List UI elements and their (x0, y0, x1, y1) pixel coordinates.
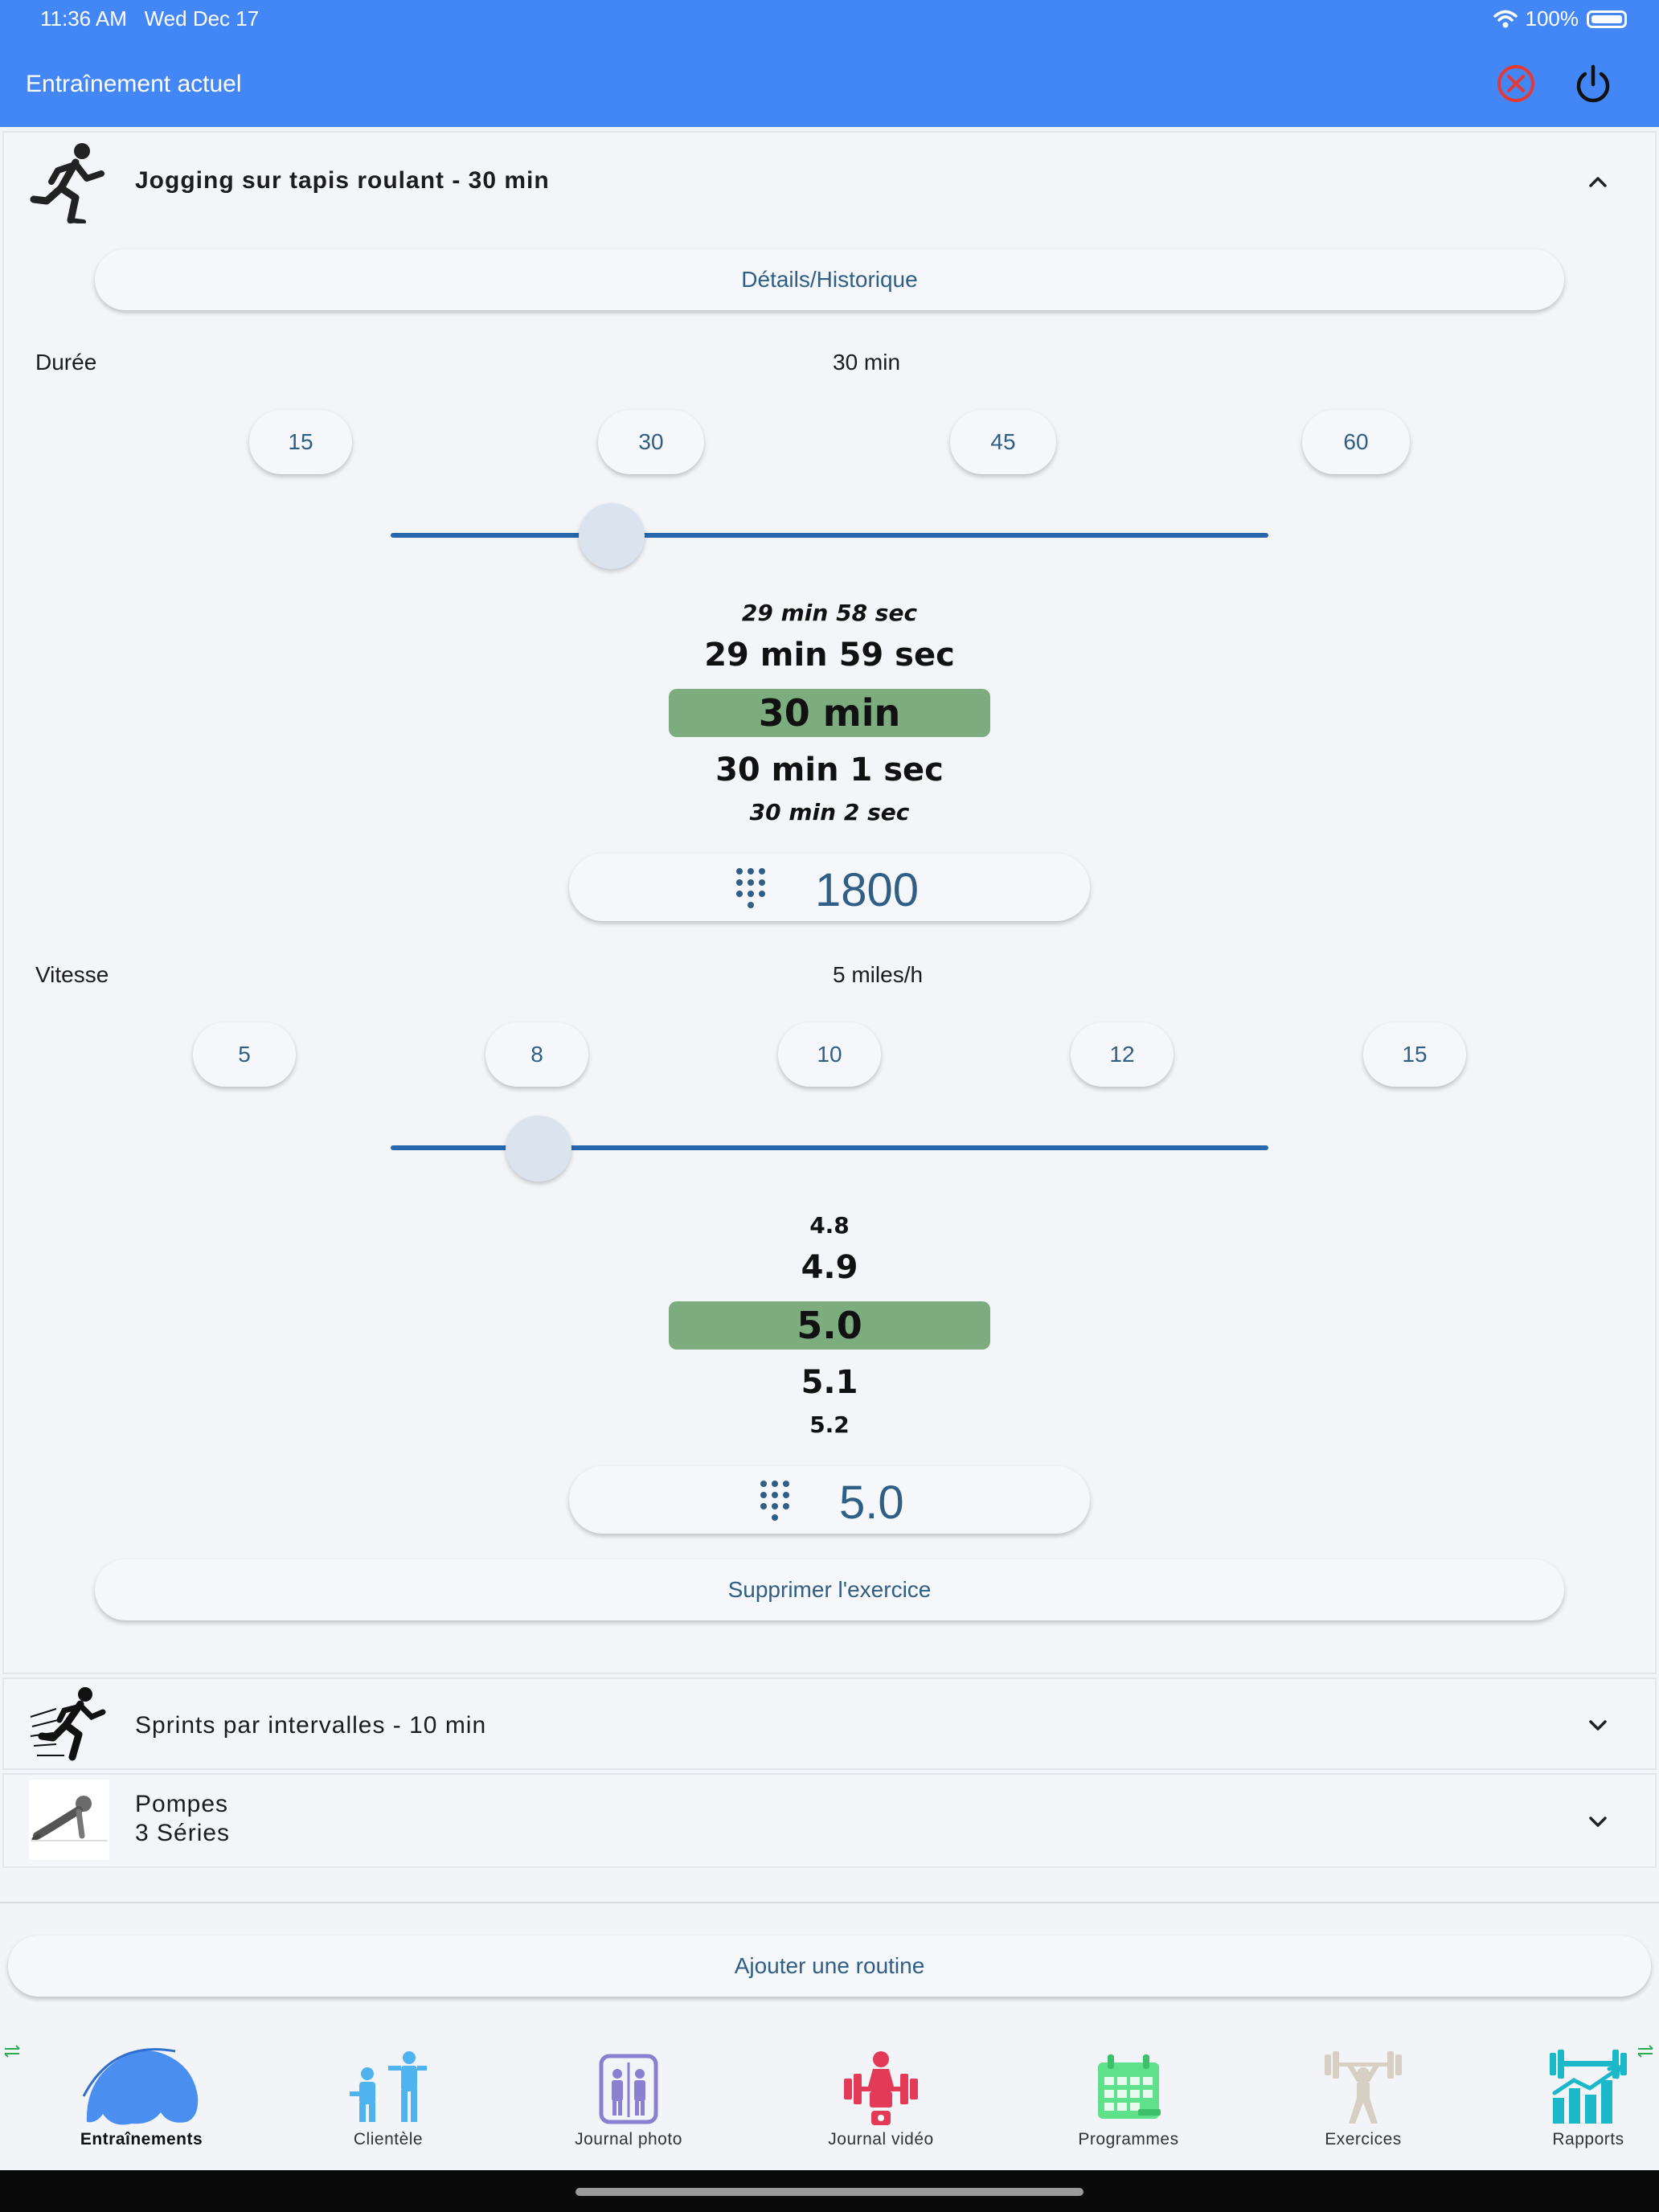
speed-value: 5 miles/h (833, 962, 924, 987)
nav-item-journal-video[interactable]: Journal vidéo (801, 2048, 961, 2153)
nav-label[interactable]: Journal vidéo (828, 2130, 933, 2149)
cancel-circle-icon[interactable] (1495, 63, 1537, 104)
runner-icon (30, 143, 104, 223)
speed-preset-button[interactable]: 15 (1363, 1022, 1466, 1087)
nav-label[interactable]: Journal photo (575, 2130, 682, 2149)
calendar-icon (1098, 2054, 1161, 2119)
duration-number-input[interactable]: 1800 (569, 854, 1090, 921)
duration-preset-button[interactable]: 60 (1302, 410, 1410, 474)
duration-slider-track[interactable] (391, 533, 1268, 538)
speed-number-input[interactable]: 5.0 (569, 1466, 1090, 1534)
clock-date: Wed Dec 17 (144, 6, 260, 31)
duration-preset-button[interactable]: 30 (598, 410, 704, 474)
duration-preset-button[interactable]: 15 (249, 410, 352, 474)
duration-slider-thumb[interactable] (579, 503, 645, 569)
nav-item-rapports[interactable]: Rapports (1508, 2048, 1659, 2153)
wifi-icon (1493, 10, 1518, 27)
video-journal-icon (844, 2051, 918, 2125)
delete-exercise-button[interactable]: Supprimer l'exercice (95, 1559, 1564, 1620)
battery-percent: 100% (1525, 6, 1579, 31)
power-icon[interactable] (1572, 63, 1614, 104)
chevron-up-icon[interactable] (1587, 170, 1609, 193)
speed-preset-button[interactable]: 8 (485, 1022, 588, 1087)
add-routine-button[interactable]: Ajouter une routine (8, 1936, 1651, 1997)
duration-input-value[interactable]: 1800 (815, 863, 919, 917)
nav-label[interactable]: Clientèle (354, 2130, 423, 2149)
exercise-row-title[interactable]: Pompes (135, 1791, 228, 1818)
speed-label: Vitesse (35, 962, 109, 987)
duration-value: 30 min (833, 350, 901, 375)
chevron-down-icon[interactable] (1587, 1810, 1609, 1833)
nav-label[interactable]: Rapports (1552, 2130, 1624, 2149)
pushup-icon (29, 1780, 109, 1860)
muscle-arm-icon (82, 2048, 199, 2125)
nav-item-entrainements[interactable]: Entraînements (61, 2048, 222, 2153)
details-history-button[interactable]: Détails/Historique (95, 249, 1564, 310)
nav-label[interactable]: Entraînements (80, 2130, 203, 2149)
nav-item-clientele[interactable]: Clientèle (308, 2048, 469, 2153)
trainer-client-icon (350, 2051, 427, 2122)
battery-icon (1587, 10, 1627, 28)
duration-picker-selected[interactable]: 30 min (669, 689, 990, 737)
nav-item-exercices[interactable]: Exercices (1283, 2048, 1444, 2153)
status-indicators: 100% (1493, 6, 1627, 31)
status-time: 11:36 AM Wed Dec 17 (40, 6, 259, 31)
app-header: 11:36 AM Wed Dec 17 100% Entraînement ac… (0, 0, 1659, 127)
duration-preset-button[interactable]: 45 (950, 410, 1056, 474)
speed-preset-button[interactable]: 5 (193, 1022, 296, 1087)
chevron-down-icon[interactable] (1587, 1714, 1609, 1736)
photo-journal-icon (599, 2054, 658, 2124)
exercise-row-title[interactable]: Sprints par intervalles - 10 min (135, 1712, 486, 1739)
keypad-icon[interactable] (733, 866, 768, 910)
keypad-icon[interactable] (757, 1479, 793, 1522)
duration-picker-item[interactable]: 29 min 58 sec (669, 600, 990, 626)
speed-picker-item[interactable]: 5.2 (669, 1411, 990, 1438)
speed-preset-button[interactable]: 12 (1071, 1022, 1174, 1087)
speed-input-value[interactable]: 5.0 (839, 1476, 904, 1530)
speed-slider-thumb[interactable] (506, 1116, 571, 1182)
speed-preset-button[interactable]: 10 (778, 1022, 881, 1087)
duration-picker-item[interactable]: 30 min 1 sec (669, 752, 990, 789)
duration-label: Durée (35, 350, 97, 375)
reports-chart-icon (1550, 2050, 1627, 2124)
exercise-row-pushups[interactable] (2, 1773, 1657, 1868)
nav-item-journal-photo[interactable]: Journal photo (548, 2048, 709, 2153)
speed-picker-item[interactable]: 5.1 (669, 1364, 990, 1401)
clock-time: 11:36 AM (40, 6, 127, 31)
speed-picker-item[interactable]: 4.9 (669, 1249, 990, 1286)
sprinter-icon (30, 1687, 106, 1761)
nav-label[interactable]: Exercices (1325, 2130, 1402, 2149)
duration-picker-item[interactable]: 29 min 59 sec (669, 637, 990, 674)
divider (0, 1902, 1659, 1903)
duration-picker-item[interactable]: 30 min 2 sec (669, 799, 990, 825)
exercise-title: Jogging sur tapis roulant - 30 min (135, 167, 550, 194)
speed-picker-selected[interactable]: 5.0 (669, 1301, 990, 1350)
weightlifter-icon (1325, 2051, 1402, 2124)
page-title: Entraînement actuel (26, 71, 242, 97)
exercise-row-subtitle: 3 Séries (135, 1820, 231, 1846)
speed-picker-item[interactable]: 4.8 (669, 1212, 990, 1239)
scroll-arrows-icon (4, 2045, 20, 2058)
home-indicator[interactable] (576, 2188, 1083, 2196)
nav-label[interactable]: Programmes (1078, 2130, 1178, 2149)
nav-item-programmes[interactable]: Programmes (1048, 2048, 1209, 2153)
